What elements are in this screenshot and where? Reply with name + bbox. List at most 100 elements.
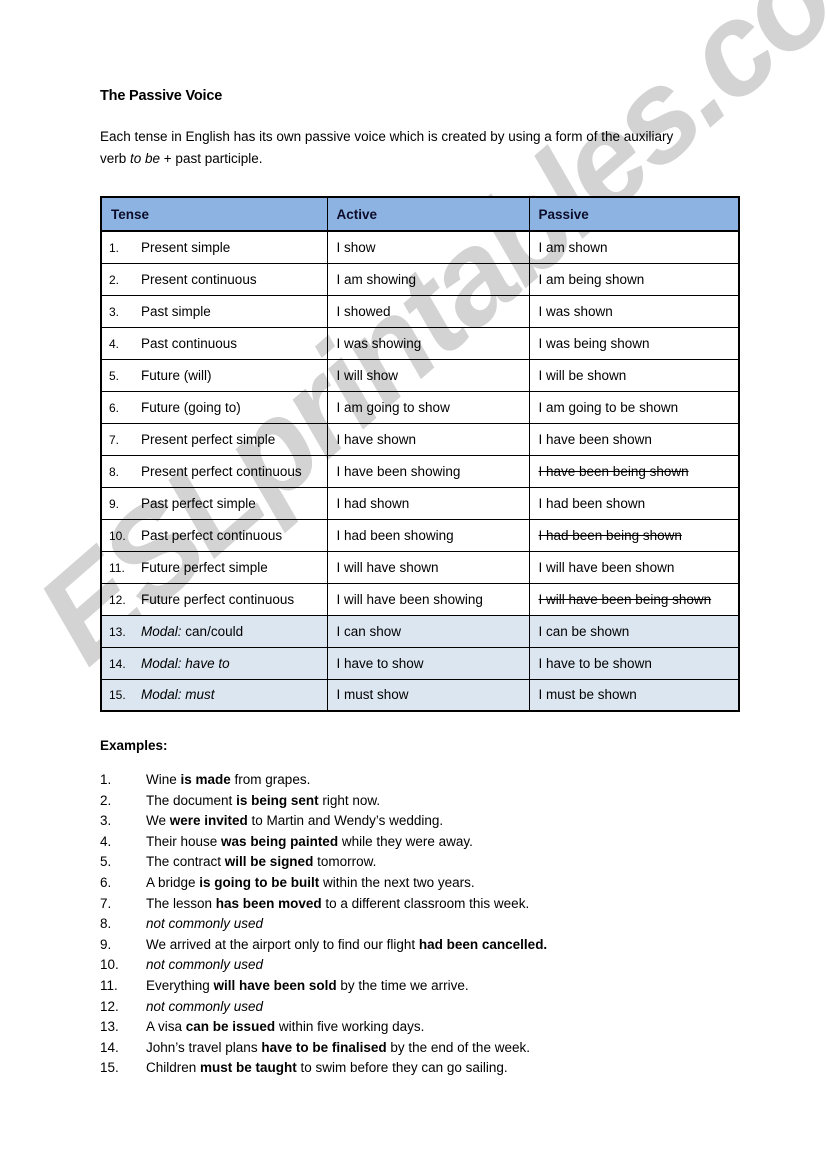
row-number: 2.	[109, 272, 120, 287]
cell-passive: I must be shown	[528, 678, 740, 712]
tense-label: Present simple	[141, 239, 231, 255]
cell-tense: 2. Present continuous	[100, 262, 328, 296]
row-number: 15.	[109, 688, 126, 703]
tense-label: Future (going to)	[141, 399, 241, 415]
page-title: The Passive Voice	[100, 88, 223, 104]
row-number: 9.	[109, 496, 120, 511]
active-text: I show	[336, 239, 376, 255]
example-number: 11.	[100, 977, 118, 993]
example-number: 3.	[100, 813, 112, 829]
example-text-after: within five working days.	[275, 1019, 425, 1035]
tense-label-modal-lead: Modal:	[141, 655, 182, 671]
example-number: 9.	[100, 936, 112, 952]
example-passive-phrase: is made	[180, 772, 231, 787]
row-number: 1.	[109, 240, 120, 255]
cell-tense: 13. Modal: can/could	[100, 614, 328, 648]
example-number: 12.	[100, 998, 119, 1014]
example-text-before: Their house	[146, 833, 222, 849]
tense-label: Modal: must	[141, 687, 327, 702]
list-item: 12. not commonly used	[100, 997, 760, 1018]
tense-label-text: can/could	[185, 623, 244, 639]
passive-text-struck: I have been being shown	[538, 463, 689, 479]
cell-passive: I had been being shown	[528, 518, 740, 552]
cell-passive: I will have been shown	[528, 550, 740, 584]
example-number: 2.	[100, 792, 112, 808]
passive-text: I am being shown	[538, 271, 645, 287]
cell-passive: I was being shown	[528, 326, 740, 360]
example-text-before: Everything	[146, 977, 214, 993]
example-sentence: Wine is made from grapes.	[146, 770, 760, 791]
cell-passive: I will have been being shown	[528, 582, 740, 616]
cell-tense: 11. Future perfect simple	[100, 550, 328, 584]
example-passive-phrase: will have been sold	[213, 977, 337, 993]
example-passive-phrase: has been moved	[215, 895, 322, 911]
tense-label: Modal: have to	[141, 656, 327, 671]
cell-active: I have shown	[326, 422, 530, 456]
active-text: I had been showing	[336, 527, 454, 543]
list-item: 7. The lesson has been moved to a differe…	[100, 894, 760, 915]
row-number: 10.	[109, 528, 126, 543]
passive-text: I must be shown	[538, 687, 637, 703]
example-sentence: Everything will have been sold by the ti…	[146, 976, 760, 997]
active-text: I had shown	[336, 495, 410, 511]
tense-label-text: must	[185, 687, 215, 703]
example-sentence: A bridge is going to be built within the…	[146, 873, 760, 894]
example-passive-phrase: was being painted	[221, 833, 339, 849]
example-sentence: John’s travel plans have to be finalised…	[146, 1038, 760, 1059]
example-number: 5.	[100, 854, 112, 870]
active-text: I am showing	[336, 271, 417, 287]
passive-text: I am shown	[538, 239, 608, 255]
active-text: I can show	[336, 623, 402, 639]
example-sentence: Children must be taught to swim before t…	[146, 1058, 760, 1079]
passive-text: I have been shown	[538, 431, 652, 447]
row-number: 13.	[109, 624, 126, 639]
example-passive-phrase: can be issued	[185, 1019, 276, 1035]
example-passive-phrase: will be signed	[224, 854, 314, 870]
cell-tense: 10. Past perfect continuous	[100, 518, 328, 552]
column-header-tense: Tense	[100, 196, 328, 232]
table-row: 6. Future (going to) I am going to show I a…	[100, 390, 740, 424]
cell-passive: I can be shown	[528, 614, 740, 648]
cell-passive: I have been shown	[528, 422, 740, 456]
worksheet-page: ESLprintables.com The Passive Voice Each…	[0, 0, 826, 1169]
example-text-before: The document	[146, 792, 237, 808]
list-item: 11. Everything will have been sold by the…	[100, 976, 760, 997]
example-sentence: The document is being sent right now.	[146, 791, 760, 812]
example-not-used: not commonly used	[146, 957, 264, 973]
column-header-tense-label: Tense	[111, 206, 150, 222]
passive-text: I have to be shown	[538, 655, 652, 671]
active-text: I will have shown	[336, 559, 439, 575]
cell-active: I showed	[326, 294, 530, 328]
list-item: 13. A visa can be issued within five work…	[100, 1017, 760, 1038]
tense-label: Future (will)	[141, 367, 212, 383]
example-text-after: to a different classroom this week.	[321, 895, 530, 911]
passive-text: I had been shown	[538, 495, 646, 511]
example-sentence: We arrived at the airport only to find o…	[146, 935, 760, 956]
list-item: 3. We were invited to Martin and Wendy’s …	[100, 811, 760, 832]
active-text: I will have been showing	[336, 591, 483, 607]
example-number: 8.	[100, 916, 112, 932]
list-item: 5. The contract will be signed tomorrow.	[100, 852, 760, 873]
list-item: 8. not commonly used	[100, 914, 760, 935]
row-number: 3.	[109, 304, 120, 319]
table-row: 12. Future perfect continuous I will have …	[100, 582, 740, 616]
cell-tense: 15. Modal: must	[100, 678, 328, 712]
tense-label: Present perfect simple	[141, 431, 276, 447]
cell-tense: 1. Present simple	[100, 230, 328, 264]
active-text: I have to show	[336, 655, 424, 671]
example-text-after: right now.	[318, 792, 381, 808]
active-text: I must show	[336, 687, 409, 703]
example-sentence: Their house was being painted while they…	[146, 832, 760, 853]
table-row: 13. Modal: can/could I can show I can be sh…	[100, 614, 740, 648]
example-text-before: A visa	[146, 1019, 186, 1035]
table-row: 14. Modal: have to I have to show I have to…	[100, 646, 740, 680]
cell-active: I show	[326, 230, 530, 264]
example-text-after: by the end of the week.	[386, 1039, 530, 1055]
cell-passive: I am being shown	[528, 262, 740, 296]
cell-passive: I have been being shown	[528, 454, 740, 488]
example-number: 4.	[100, 833, 112, 849]
intro-text-italic: to be	[130, 151, 161, 166]
cell-tense: 14. Modal: have to	[100, 646, 328, 680]
example-not-used: not commonly used	[146, 916, 264, 932]
passive-text: I can be shown	[538, 623, 630, 639]
